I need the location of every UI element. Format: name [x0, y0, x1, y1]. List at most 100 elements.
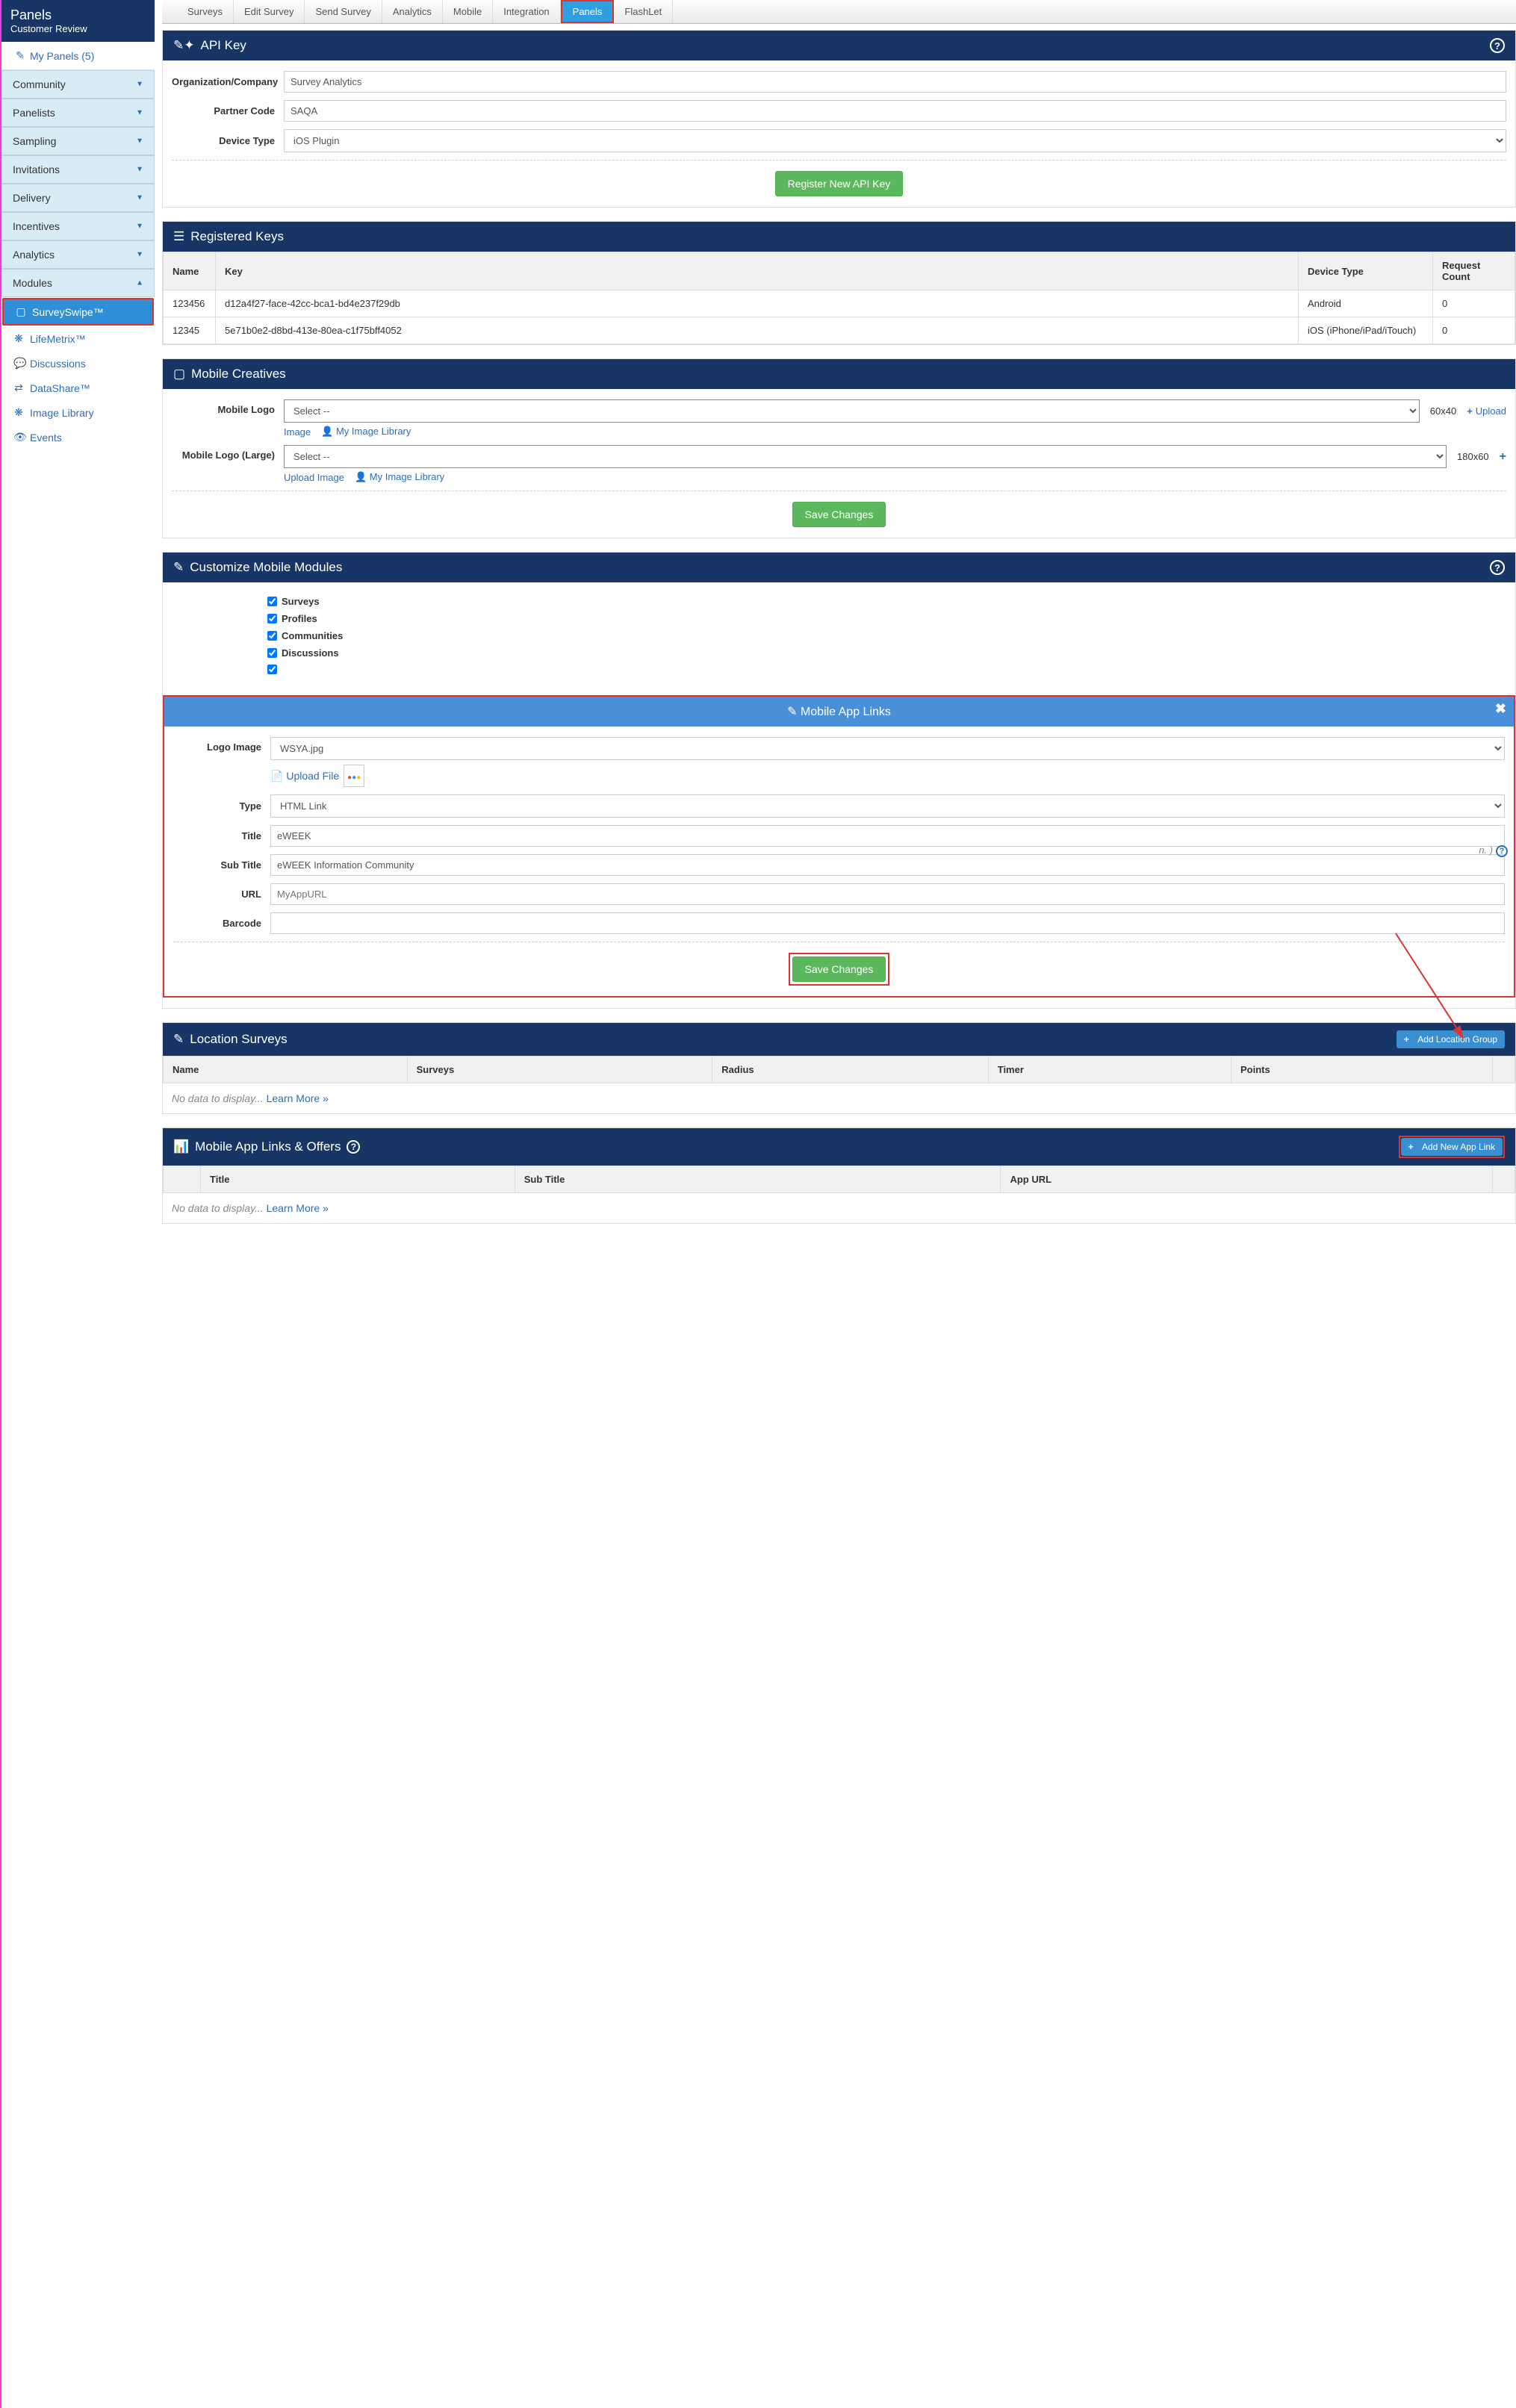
table-row: 123456 d12a4f27-face-42cc-bca1-bd4e237f2…: [164, 290, 1515, 317]
chk-surveys[interactable]: [267, 597, 277, 606]
tab-analytics[interactable]: Analytics: [382, 0, 443, 23]
chk-profiles[interactable]: [267, 614, 277, 623]
sidebar-section-incentives[interactable]: Incentives▼: [1, 212, 155, 240]
tab-surveys[interactable]: Surveys: [177, 0, 234, 23]
help-icon[interactable]: ?: [1496, 845, 1508, 857]
type-select[interactable]: HTML Link: [270, 794, 1505, 818]
wand-icon: ✎✦: [173, 38, 195, 53]
sidebar-item-imagelibrary[interactable]: ❋Image Library: [1, 400, 155, 425]
help-icon[interactable]: ?: [1490, 560, 1505, 575]
location-surveys-header: ✎ Location Surveys + Add Location Group: [163, 1023, 1515, 1056]
sidebar-section-community[interactable]: Community▼: [1, 70, 155, 99]
comments-icon: 💬: [13, 357, 24, 370]
tablet-icon: ▢: [173, 367, 185, 382]
sidebar-section-panelists[interactable]: Panelists▼: [1, 99, 155, 127]
barcode-label: Barcode: [173, 918, 270, 929]
caret-down-icon: ▼: [136, 194, 143, 202]
edit-icon: ✎: [173, 560, 184, 575]
logo-large-size-hint: 180x60: [1451, 451, 1495, 462]
chk-communities[interactable]: [267, 631, 277, 641]
image-icon: ❋: [13, 406, 24, 419]
caret-down-icon: ▼: [136, 223, 143, 231]
register-api-key-button[interactable]: Register New API Key: [775, 171, 904, 196]
learn-more-link[interactable]: Learn More »: [267, 1092, 329, 1104]
sidebar-item-lifemetrix[interactable]: ❋LifeMetrix™: [1, 326, 155, 351]
close-icon[interactable]: ✖: [1495, 701, 1506, 717]
modal-save-button[interactable]: Save Changes: [792, 956, 886, 982]
upload-plus-icon[interactable]: +: [1500, 450, 1506, 464]
caret-down-icon: ▼: [136, 109, 143, 117]
upload-link[interactable]: +Upload: [1467, 405, 1506, 417]
logo-image-label: Logo Image: [173, 737, 270, 753]
registered-keys-table: Name Key Device Type Request Count 12345…: [163, 252, 1515, 344]
save-changes-button[interactable]: Save Changes: [792, 502, 886, 527]
partner-input[interactable]: [284, 100, 1506, 122]
eye-icon: 👁: [13, 431, 24, 444]
registered-keys-header: ☰ Registered Keys: [163, 222, 1515, 252]
tab-integration[interactable]: Integration: [493, 0, 560, 23]
chart-icon: 📊: [173, 1139, 189, 1154]
sidebar-item-surveyswipe[interactable]: ▢SurveySwipe™: [2, 298, 154, 326]
edit-icon: ✎: [787, 706, 797, 718]
sidebar-section-analytics[interactable]: Analytics▼: [1, 240, 155, 269]
help-icon[interactable]: ?: [1490, 38, 1505, 53]
chk-more[interactable]: [267, 665, 277, 674]
list-icon: ☰: [173, 229, 184, 244]
page-title: Panels: [10, 7, 146, 23]
user-icon: 👤: [355, 471, 367, 482]
user-icon: 👤: [321, 426, 333, 437]
sidebar-header: Panels Customer Review: [1, 0, 155, 42]
org-input[interactable]: [284, 71, 1506, 93]
file-icon: 📄: [270, 770, 283, 782]
add-location-group-button[interactable]: + Add Location Group: [1397, 1030, 1505, 1048]
logo-image-select[interactable]: WSYA.jpg: [270, 737, 1505, 760]
url-input[interactable]: [270, 883, 1505, 905]
modal-title: Mobile App Links: [801, 706, 891, 718]
tablet-icon: ▢: [16, 305, 26, 318]
learn-more-link[interactable]: Learn More »: [267, 1202, 329, 1214]
no-data-text: No data to display...: [172, 1202, 264, 1214]
mobile-app-links-modal: ✎ Mobile App Links ✖ Logo Image WSYA.jpg…: [163, 695, 1515, 998]
image-link[interactable]: Image: [284, 426, 311, 438]
sidebar-section-sampling[interactable]: Sampling▼: [1, 127, 155, 155]
subtitle-input[interactable]: [270, 854, 1505, 876]
truncated-text: n. ) ?: [1479, 844, 1508, 857]
device-type-select[interactable]: iOS Plugin: [284, 129, 1506, 152]
sidebar-section-modules[interactable]: Modules▲: [1, 269, 155, 297]
tab-edit-survey[interactable]: Edit Survey: [234, 0, 305, 23]
edit-icon: ✎: [173, 1032, 184, 1047]
sidebar-item-datashare[interactable]: ⇄DataShare™: [1, 376, 155, 400]
upload-image-link[interactable]: Upload Image: [284, 472, 344, 483]
mobile-logo-select[interactable]: Select --: [284, 399, 1420, 423]
my-image-library-link-2[interactable]: 👤 My Image Library: [355, 471, 444, 483]
sidebar-item-events[interactable]: 👁Events: [1, 425, 155, 449]
barcode-input[interactable]: [270, 912, 1505, 934]
add-new-app-link-button[interactable]: + Add New App Link: [1401, 1138, 1503, 1156]
no-data-text: No data to display...: [172, 1092, 264, 1104]
tab-send-survey[interactable]: Send Survey: [305, 0, 382, 23]
org-label: Organization/Company: [172, 76, 284, 87]
col-count: Request Count: [1433, 252, 1515, 290]
edit-icon: ✎: [15, 49, 25, 62]
tab-flashlet[interactable]: FlashLet: [614, 0, 673, 23]
caret-down-icon: ▼: [136, 166, 143, 174]
upload-file-link[interactable]: 📄 Upload File: [270, 770, 339, 783]
col-device: Device Type: [1299, 252, 1433, 290]
sidebar-item-discussions[interactable]: 💬Discussions: [1, 351, 155, 376]
sidebar-section-invitations[interactable]: Invitations▼: [1, 155, 155, 184]
subtitle-label: Sub Title: [173, 859, 270, 871]
sidebar-section-delivery[interactable]: Delivery▼: [1, 184, 155, 212]
tab-mobile[interactable]: Mobile: [443, 0, 493, 23]
my-image-library-link[interactable]: 👤 My Image Library: [321, 426, 411, 438]
caret-down-icon: ▼: [136, 81, 143, 89]
device-type-label: Device Type: [172, 135, 284, 146]
chk-discussions[interactable]: [267, 648, 277, 658]
title-input[interactable]: [270, 825, 1505, 847]
top-tabs: Surveys Edit Survey Send Survey Analytic…: [162, 0, 1516, 24]
help-icon[interactable]: ?: [347, 1140, 360, 1154]
tab-panels[interactable]: Panels: [561, 0, 615, 23]
url-label: URL: [173, 889, 270, 900]
mobile-logo-large-select[interactable]: Select --: [284, 445, 1447, 468]
caret-down-icon: ▼: [136, 251, 143, 259]
sidebar-my-panels[interactable]: ✎ My Panels (5): [1, 42, 155, 70]
